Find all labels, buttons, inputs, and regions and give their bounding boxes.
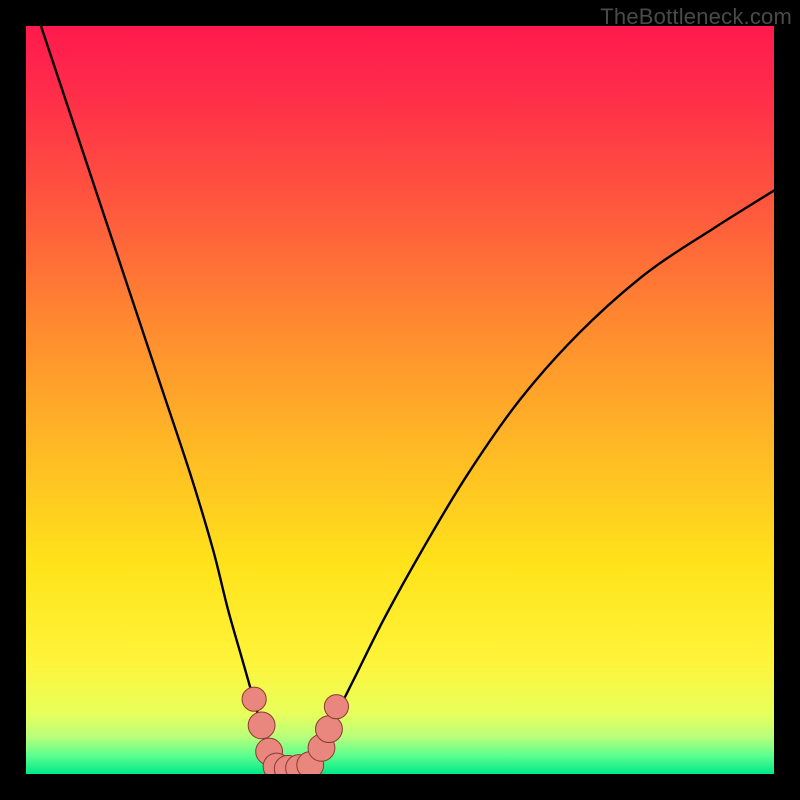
bottleneck-curve <box>41 26 774 770</box>
curve-svg <box>26 26 774 774</box>
marker-left-cluster-mid <box>248 712 275 739</box>
chart-frame: TheBottleneck.com <box>0 0 800 800</box>
marker-right-cluster-mid <box>316 716 343 743</box>
curve-markers <box>242 687 348 774</box>
plot-area <box>26 26 774 774</box>
marker-right-cluster-top <box>324 695 348 719</box>
marker-left-cluster-top <box>242 687 266 711</box>
